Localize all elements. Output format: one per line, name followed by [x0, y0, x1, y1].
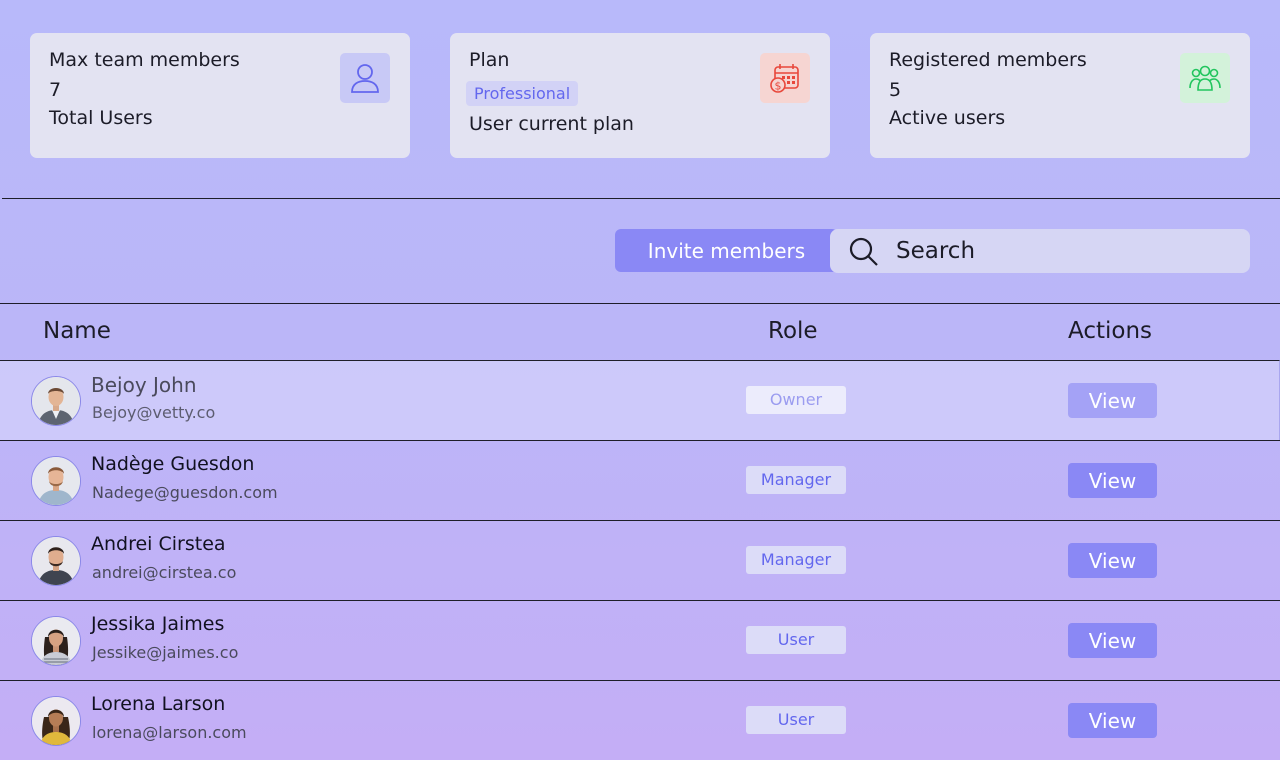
- avatar: [31, 616, 81, 666]
- role-badge: Owner: [746, 386, 846, 414]
- avatar: [31, 696, 81, 746]
- user-email: Bejoy@vetty.co: [92, 403, 216, 422]
- table-row[interactable]: Nadège Guesdon Nadege@guesdon.com Manage…: [0, 440, 1280, 520]
- role-badge: User: [746, 626, 846, 654]
- view-button[interactable]: View: [1068, 703, 1157, 738]
- user-name: Bejoy John: [91, 373, 197, 397]
- table-row[interactable]: Andrei Cirstea andrei@cirstea.co Manager…: [0, 520, 1280, 600]
- stat-card-max-members: Max team members 7 Total Users: [30, 33, 410, 158]
- card-subtitle: Active users: [889, 107, 1006, 129]
- table-row[interactable]: Bejoy John Bejoy@vetty.co Owner View: [0, 360, 1280, 440]
- search-input[interactable]: [896, 235, 1226, 267]
- user-icon: [340, 53, 390, 103]
- user-email: lorena@larson.com: [92, 723, 247, 742]
- column-header-role: Role: [768, 318, 818, 344]
- view-button[interactable]: View: [1068, 463, 1157, 498]
- view-button[interactable]: View: [1068, 383, 1157, 418]
- section-divider: [2, 198, 1280, 199]
- user-email: andrei@cirstea.co: [92, 563, 237, 582]
- users-group-icon: [1180, 53, 1230, 103]
- view-button[interactable]: View: [1068, 623, 1157, 658]
- role-badge: Manager: [746, 546, 846, 574]
- column-header-name: Name: [43, 318, 111, 344]
- invite-members-button[interactable]: Invite members: [615, 229, 838, 272]
- search-icon: [849, 237, 878, 266]
- user-email: Jessike@jaimes.co: [92, 643, 239, 662]
- user-name: Jessika Jaimes: [91, 613, 225, 635]
- stat-card-registered: Registered members 5 Active users: [870, 33, 1250, 158]
- card-title: Max team members: [49, 49, 240, 71]
- user-name: Nadège Guesdon: [91, 453, 255, 475]
- card-subtitle: Total Users: [49, 107, 153, 129]
- plan-badge: Professional: [466, 81, 579, 106]
- stat-card-plan: Plan Professional User current plan $: [450, 33, 830, 158]
- card-subtitle: User current plan: [469, 113, 634, 135]
- table-row[interactable]: Jessika Jaimes Jessike@jaimes.co User Vi…: [0, 600, 1280, 680]
- svg-text:$: $: [775, 80, 782, 93]
- avatar: [31, 376, 81, 426]
- role-badge: Manager: [746, 466, 846, 494]
- view-button[interactable]: View: [1068, 543, 1157, 578]
- calendar-dollar-icon: $: [760, 53, 810, 103]
- column-header-actions: Actions: [1068, 318, 1153, 344]
- search-box[interactable]: [830, 229, 1250, 273]
- avatar: [31, 456, 81, 506]
- card-title: Plan: [469, 49, 510, 71]
- user-email: Nadege@guesdon.com: [92, 483, 278, 502]
- user-name: Andrei Cirstea: [91, 533, 226, 555]
- avatar: [31, 536, 81, 586]
- user-name: Lorena Larson: [91, 693, 226, 715]
- table-header: Name Role Actions: [0, 303, 1280, 360]
- card-value: 7: [49, 79, 62, 101]
- role-badge: User: [746, 706, 846, 734]
- card-value: 5: [889, 79, 902, 101]
- card-title: Registered members: [889, 49, 1087, 71]
- table-row[interactable]: Lorena Larson lorena@larson.com User Vie…: [0, 680, 1280, 760]
